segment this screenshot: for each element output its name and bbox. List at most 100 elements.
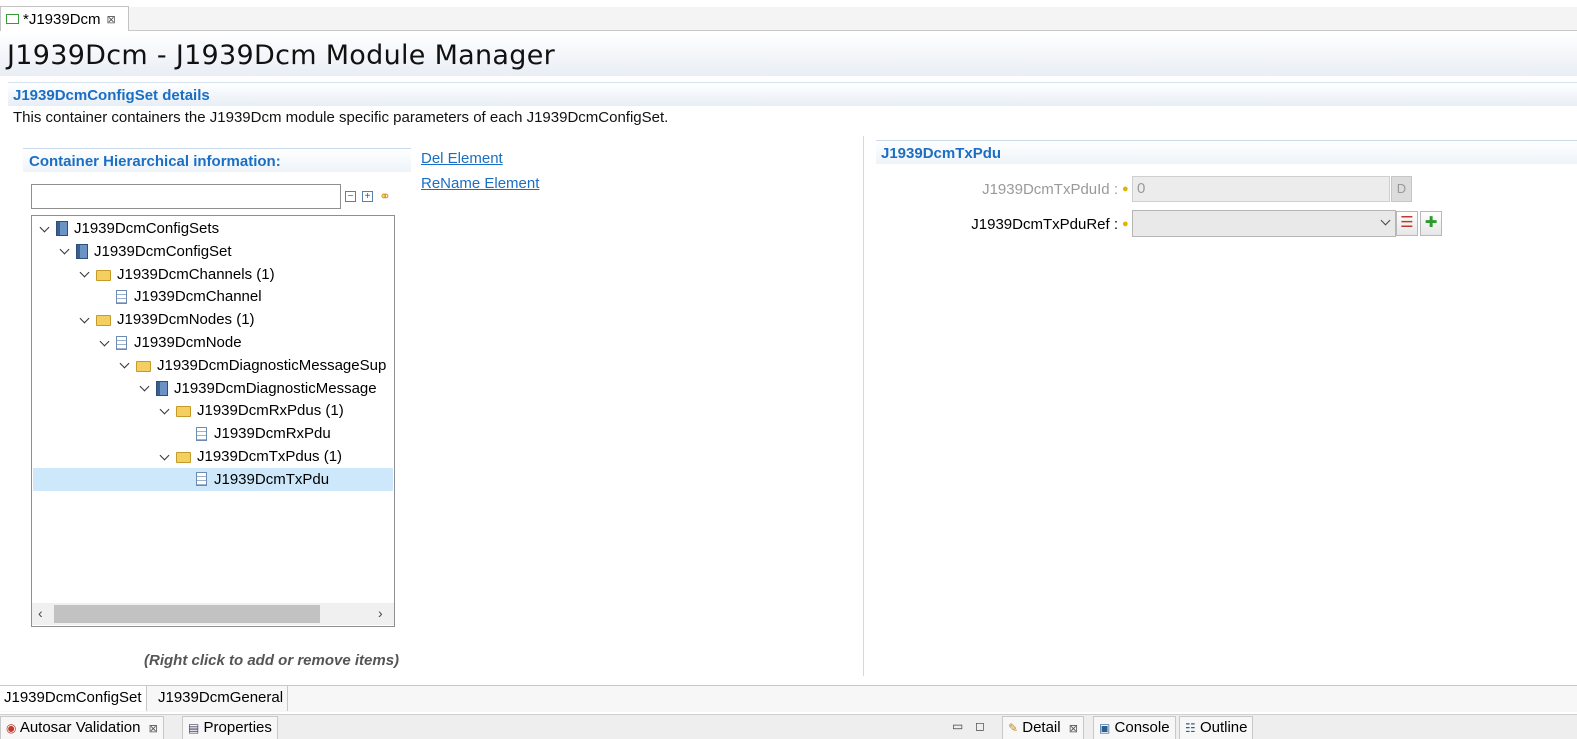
tree-item-label: J1939DcmConfigSets (74, 220, 220, 237)
tree-item[interactable]: J1939DcmChannels (1) (33, 263, 393, 286)
container-tree[interactable]: J1939DcmConfigSets J1939DcmConfigSet J1939… (31, 215, 395, 627)
outline-icon: ☷ (1185, 721, 1196, 735)
rename-element-link[interactable]: ReName Element (421, 175, 539, 192)
chevron-down-icon[interactable] (159, 451, 171, 463)
editor-tab-j1939dcm[interactable]: *J1939Dcm ⊠ (0, 6, 129, 31)
pdu-ref-label: J1939DcmTxPduRef : (971, 216, 1118, 233)
maximize-icon[interactable]: ◻ (975, 719, 985, 733)
hierarchy-title: Container Hierarchical information: (29, 153, 281, 170)
tree-horizontal-scrollbar[interactable]: ‹ › (32, 603, 394, 625)
view-tab-outline[interactable]: ☷ Outline (1179, 716, 1254, 739)
section-title[interactable]: J1939DcmConfigSet details (13, 87, 210, 104)
view-tab-autosar-validation[interactable]: ◉ Autosar Validation ⊠ (0, 716, 164, 739)
del-element-link[interactable]: Del Element (421, 150, 503, 167)
tree-item[interactable]: J1939DcmTxPdus (1) (33, 445, 393, 468)
tree-item-label: J1939DcmRxPdu (214, 425, 331, 443)
properties-icon: ▤ (188, 721, 200, 735)
folder-icon (176, 452, 191, 463)
tree-item-label: J1939DcmConfigSet (94, 242, 232, 260)
tree-item-label: J1939DcmChannels (1) (117, 265, 275, 283)
pdu-ref-dropdown[interactable] (1132, 210, 1396, 237)
collapse-all-icon[interactable]: − (345, 191, 356, 202)
tree-item-label: J1939DcmDiagnosticMessage (174, 379, 377, 397)
view-tab-label: Autosar Validation (19, 719, 141, 736)
chevron-down-icon[interactable] (139, 382, 151, 394)
tree-item[interactable]: J1939DcmNodes (1) (33, 308, 393, 331)
detail-title: J1939DcmTxPdu (881, 145, 1002, 162)
book-icon (156, 380, 168, 396)
add-reference-button[interactable]: ✚ (1420, 211, 1442, 236)
chevron-down-icon[interactable] (79, 268, 91, 280)
lightbulb-icon[interactable]: ● (1122, 183, 1129, 195)
chevron-down-icon[interactable] (39, 223, 51, 235)
tree-item[interactable]: J1939DcmChannel (33, 285, 393, 308)
tree-hint: (Right click to add or remove items) (144, 652, 400, 669)
view-tab-label: Detail (1022, 719, 1061, 736)
tree-item-label: J1939DcmNode (134, 334, 242, 351)
view-tab-properties[interactable]: ▤ Properties (182, 716, 278, 739)
pdu-id-label: J1939DcmTxPduId : (982, 181, 1118, 198)
link-with-editor-icon[interactable]: ⚭ (379, 188, 391, 205)
tree-item[interactable]: J1939DcmRxPdus (1) (33, 399, 393, 422)
view-tab-label: Properties (203, 719, 272, 736)
tree-item-label: J1939DcmTxPdu (214, 470, 330, 488)
tree-item[interactable]: J1939DcmDiagnosticMessageSup (33, 354, 393, 377)
document-icon (116, 289, 127, 304)
view-tab-label: Outline (1199, 719, 1248, 736)
section-description: This container containers the J1939Dcm m… (13, 109, 669, 126)
view-tab-detail[interactable]: ✎ Detail ⊠ (1002, 716, 1084, 739)
document-icon (196, 426, 207, 441)
document-icon (116, 335, 127, 350)
tree-item-label: J1939DcmTxPdus (1) (197, 448, 343, 465)
chevron-down-icon[interactable] (79, 314, 91, 326)
pdu-id-field[interactable]: 0 (1132, 176, 1390, 202)
tree-item-label: J1939DcmRxPdus (1) (197, 402, 344, 420)
close-icon[interactable]: ⊠ (149, 723, 158, 735)
form-header: J1939Dcm - J1939Dcm Module Manager (0, 32, 1577, 76)
tab-strip-top-margin (0, 0, 1577, 7)
close-icon[interactable]: ⊠ (1069, 723, 1078, 735)
chevron-down-icon[interactable] (59, 245, 71, 257)
tree-item[interactable]: J1939DcmDiagnosticMessage (33, 377, 393, 400)
chevron-down-icon[interactable] (159, 405, 171, 417)
tree-item[interactable]: J1939DcmConfigSet (33, 240, 393, 263)
editor-file-icon (6, 14, 19, 24)
editor-tab-strip: *J1939Dcm ⊠ (0, 0, 1577, 31)
tree-item[interactable]: J1939DcmNode (33, 331, 393, 354)
tab-j1939dcm-general[interactable]: J1939DcmGeneral (154, 686, 289, 711)
chevron-down-icon[interactable] (119, 359, 131, 371)
view-tab-console[interactable]: ▣ Console (1093, 716, 1176, 739)
tree-item[interactable]: J1939DcmTxPdu (33, 467, 393, 491)
tree-item-label: J1939DcmDiagnosticMessageSup (157, 356, 387, 374)
tree-item-label: J1939DcmNodes (1) (117, 311, 255, 329)
view-tab-label: Console (1114, 719, 1170, 736)
folder-icon (96, 269, 111, 281)
validation-icon: ◉ (6, 721, 17, 735)
document-icon (196, 472, 207, 487)
folder-icon (136, 360, 151, 372)
default-value-button[interactable]: D (1391, 176, 1412, 202)
folder-icon (176, 406, 191, 418)
page-title: J1939Dcm - J1939Dcm Module Manager (7, 40, 556, 71)
tree-item[interactable]: J1939DcmRxPdu (33, 422, 393, 445)
book-icon (56, 221, 68, 236)
tab-j1939dcm-configset[interactable]: J1939DcmConfigSet (0, 686, 147, 711)
scroll-right-icon[interactable]: › (378, 605, 383, 621)
pencil-icon: ✎ (1008, 721, 1019, 735)
chevron-down-icon[interactable] (99, 337, 111, 349)
chevron-down-icon[interactable] (1380, 215, 1391, 226)
lightbulb-icon[interactable]: ● (1122, 218, 1129, 230)
expand-all-icon[interactable]: + (362, 191, 373, 202)
tree-item-label: J1939DcmChannel (134, 288, 262, 306)
scroll-left-icon[interactable]: ‹ (38, 605, 43, 621)
console-icon: ▣ (1099, 721, 1111, 735)
tree-filter-input[interactable] (31, 184, 341, 209)
minimize-icon[interactable]: ▭ (952, 719, 963, 733)
tree-item[interactable]: J1939DcmConfigSets (33, 217, 393, 240)
scrollbar-thumb[interactable] (54, 605, 320, 623)
list-references-button[interactable]: ☰ (1396, 211, 1418, 236)
book-icon (76, 243, 88, 259)
panel-divider[interactable] (863, 136, 864, 676)
section-header-bar (8, 82, 1577, 106)
close-icon[interactable]: ⊠ (107, 13, 116, 26)
